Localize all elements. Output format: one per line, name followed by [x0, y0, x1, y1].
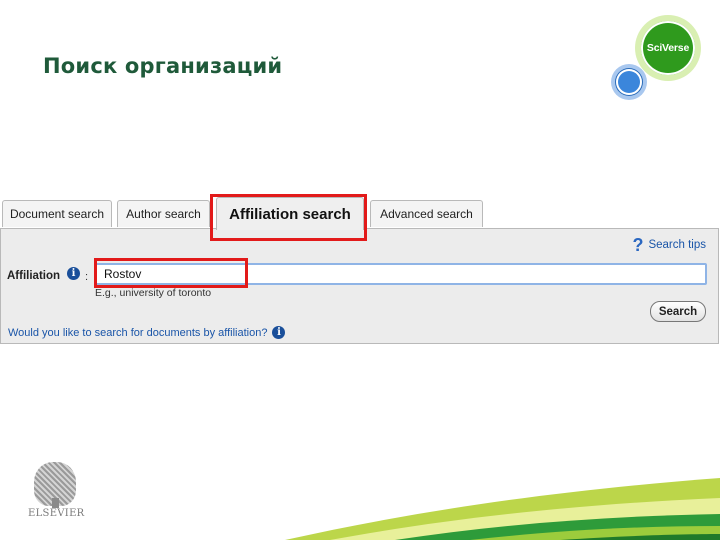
field-colon: :: [85, 271, 89, 283]
tab-author-search[interactable]: Author search: [117, 200, 210, 227]
sciverse-logo: SciVerse: [609, 12, 709, 104]
example-hint: E.g., university of toronto: [95, 287, 212, 299]
sciverse-green-circle: SciVerse: [635, 15, 701, 81]
info-icon[interactable]: i: [67, 267, 80, 280]
search-tips-link[interactable]: ? Search tips: [632, 236, 706, 254]
info-icon[interactable]: i: [272, 326, 286, 339]
sciverse-blue-circle: [611, 64, 647, 100]
documents-link-label: Would you like to search for documents b…: [8, 326, 268, 339]
documents-by-affiliation-link[interactable]: Would you like to search for documents b…: [8, 326, 286, 339]
page-title: Поиск организаций: [43, 54, 283, 78]
tab-advanced-search[interactable]: Advanced search: [370, 200, 483, 227]
tab-document-search[interactable]: Document search: [2, 200, 112, 227]
input-highlight-box: [94, 258, 248, 288]
question-icon: ?: [632, 235, 644, 255]
search-button[interactable]: Search: [650, 301, 706, 322]
tab-highlight-box: [210, 194, 367, 241]
search-tips-label: Search tips: [648, 239, 706, 251]
affiliation-label: Affiliation: [7, 270, 61, 282]
sciverse-logo-text: SciVerse: [646, 42, 690, 54]
green-swoosh-decoration: [285, 478, 720, 540]
